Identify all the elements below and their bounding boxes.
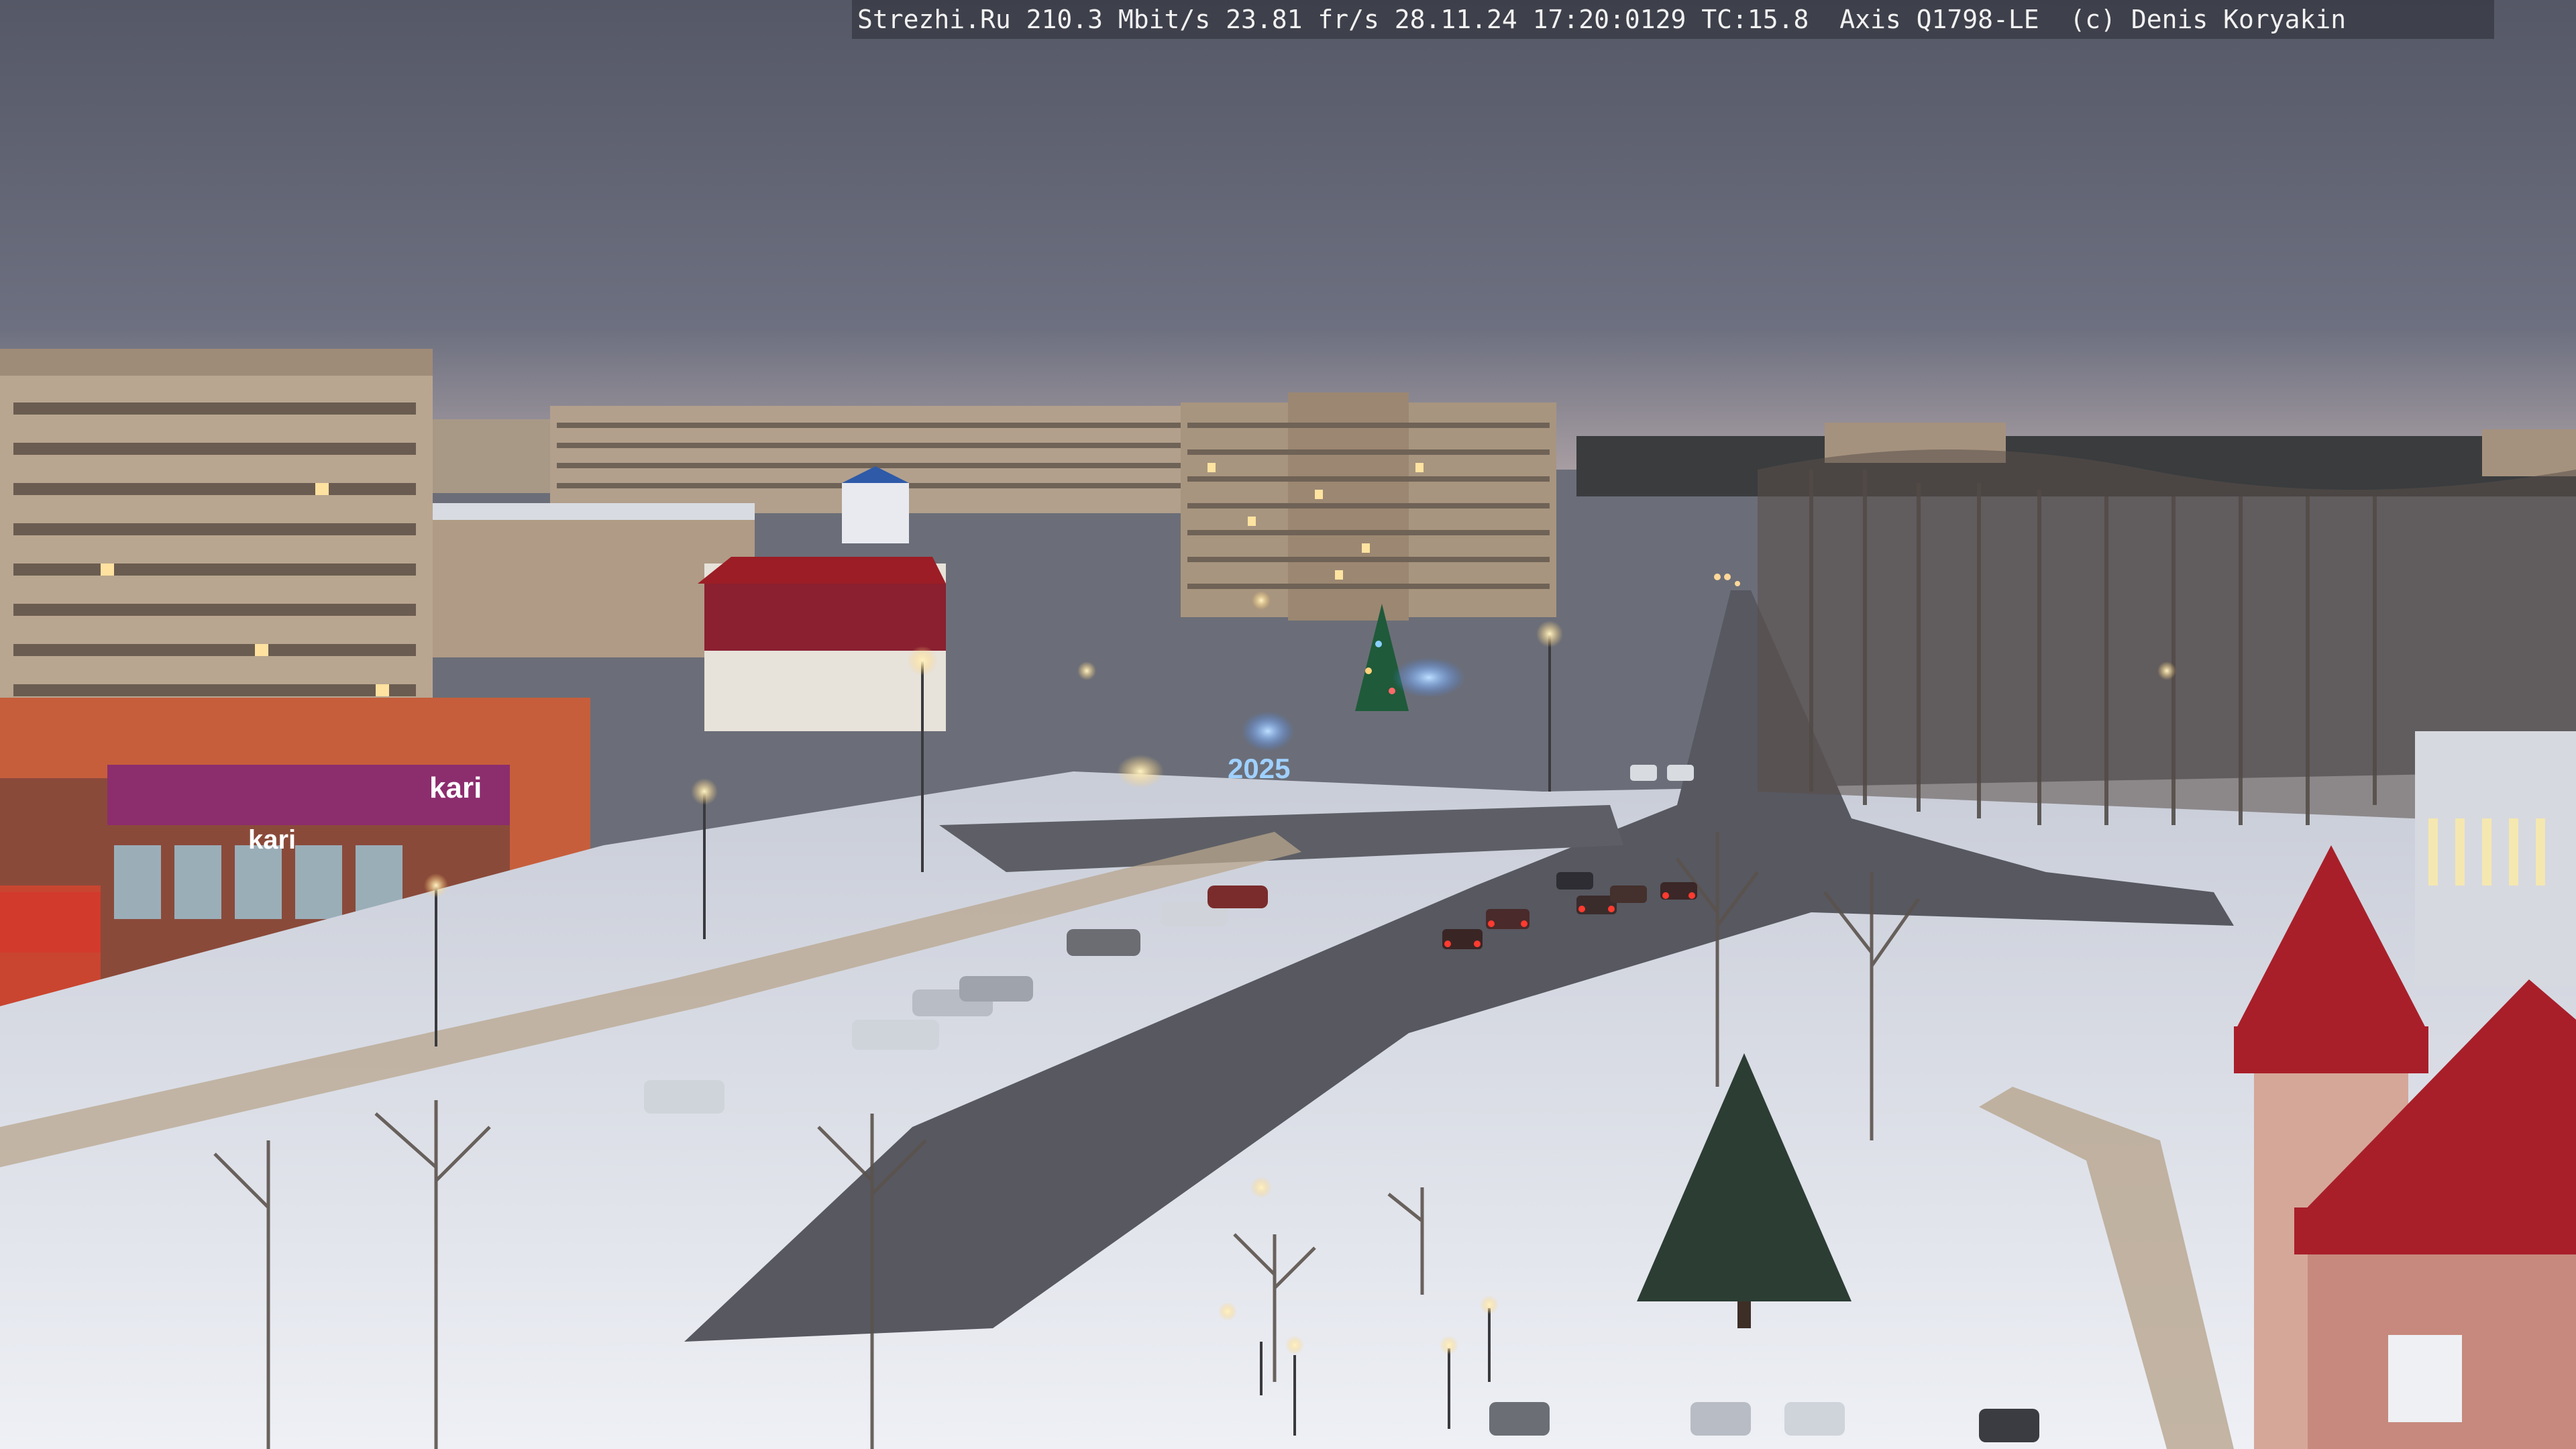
- festive-lights: 2025: [1117, 657, 1466, 788]
- webcam-scene: 2025 kari kari Strezhi.Ru 210.3 Mbit/s 2…: [0, 0, 2576, 1449]
- mid-left-buildings: [433, 466, 946, 731]
- kari-logo-top: kari: [429, 771, 482, 804]
- year-2025-display: 2025: [1228, 753, 1290, 784]
- kari-logo-side: kari: [248, 825, 297, 855]
- camera-info-overlay: Strezhi.Ru 210.3 Mbit/s 23.81 fr/s 28.11…: [852, 0, 2494, 39]
- town-square-view: 2025: [0, 0, 2576, 1449]
- distant-headlights: [1714, 574, 1740, 586]
